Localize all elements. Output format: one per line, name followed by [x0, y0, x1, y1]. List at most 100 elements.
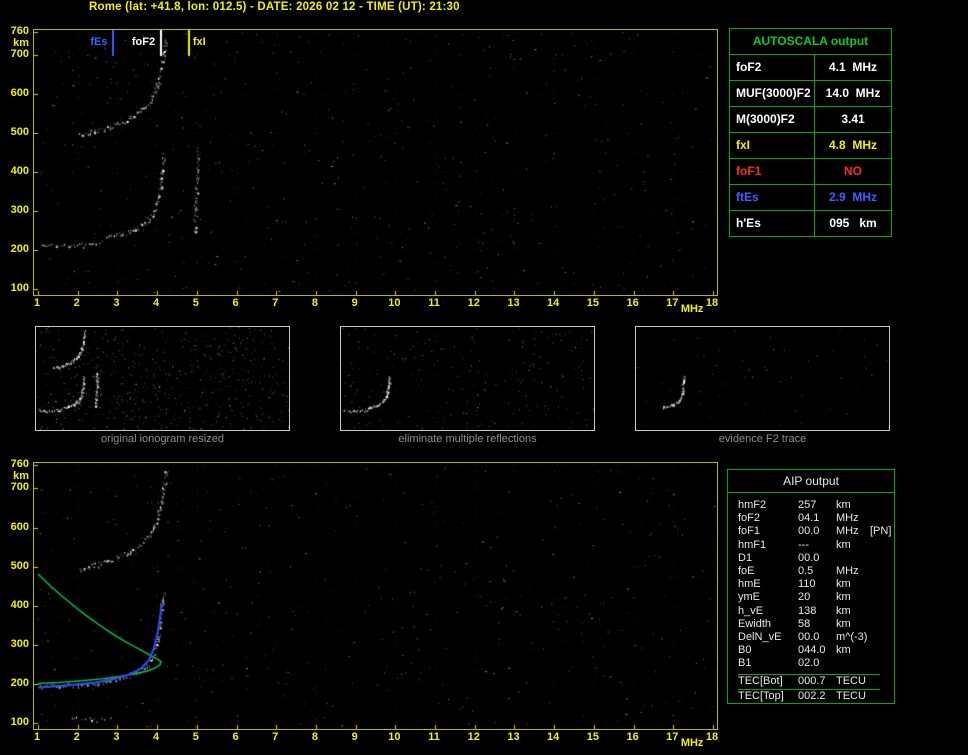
x-tick-label: 14	[547, 731, 560, 743]
aip-row-DelN_vE: DelN_vE 00.0 m^(-3)	[738, 631, 894, 644]
thumbnail-canvas-reflections	[341, 327, 594, 430]
aip-param-unit	[836, 657, 870, 670]
aip-param-unit: MHz	[836, 525, 859, 538]
aip-param-label: hmF2	[738, 499, 767, 511]
aip-param-label: foF2	[738, 512, 761, 525]
x-tick-label: 13	[507, 297, 520, 309]
x-tick-label: 5	[192, 297, 199, 309]
aip-param-label: DelN_vE	[738, 630, 782, 643]
aip-row-TEC[Bot]: TEC[Bot] 000.7 TECU	[738, 674, 880, 689]
thumbnail-caption-f2: evidence F2 trace	[718, 433, 807, 445]
aip-param-unit	[836, 552, 870, 565]
aip-row-hmE: hmE 110 km	[738, 578, 894, 591]
thumbnail-caption-reflections: eliminate multiple reflections	[398, 433, 537, 445]
aip-param-note	[870, 578, 894, 591]
autoscala-table-body: foF2 4.1 MHz MUF(3000)F2 14.0 MHz M(3000)F2 3…	[730, 54, 891, 236]
x-tick-label: 4	[153, 731, 160, 743]
x-tick-label: 5	[192, 731, 199, 743]
aip-param-note	[870, 644, 894, 657]
aip-param-label: TEC[Bot]	[738, 675, 783, 688]
aip-param-note	[870, 690, 880, 703]
aip-row-B1: B1 02.0	[738, 657, 894, 670]
y-tick-label: 400	[10, 165, 29, 178]
aip-param-value: 00.0	[798, 551, 820, 564]
y-tick-label: 760	[10, 25, 29, 37]
x-tick-label: 9	[351, 731, 358, 743]
y-tick-label: 300	[10, 637, 29, 650]
autoscala-row-fxI: fxI 4.8 MHz	[730, 132, 891, 158]
page-title: Rome (lat: +41.8, lon: 012.5) - DATE: 20…	[89, 1, 460, 13]
aip-param-note	[870, 618, 894, 631]
thumbnail-evidence-f2	[635, 326, 890, 431]
aip-row-hmF2: hmF2 257 km	[738, 499, 894, 512]
aip-param-unit: TECU	[836, 675, 866, 688]
thumbnail-canvas-f2	[636, 327, 889, 430]
aip-param-label: h_vE	[738, 604, 764, 617]
aip-param-label: hmF1	[738, 538, 767, 551]
autoscala-app-screen: Rome (lat: +41.8, lon: 012.5) - DATE: 20…	[0, 0, 968, 755]
autoscala-row-foF1: foF1 NO	[730, 158, 891, 184]
aip-row-Ewidth: Ewidth 58 km	[738, 618, 894, 631]
autoscala-param-label: h'Es	[736, 216, 761, 230]
aip-param-unit: km	[836, 617, 851, 630]
x-tick-label: 2	[73, 731, 80, 743]
autoscala-param-value: NO	[814, 159, 891, 184]
x-tick-label: 6	[232, 297, 239, 309]
aip-param-label: B0	[738, 644, 752, 657]
aip-param-value: 138	[798, 604, 817, 617]
aip-table-body: hmF2 257 km foF2 04.1 MHz foF1 00.0 MHz [PN] hmF1 -…	[728, 493, 894, 703]
autoscala-param-value: 14.0 MHz	[814, 81, 891, 106]
thumbnail-eliminate-reflections	[340, 326, 595, 431]
autoscala-param-value: 2.9 MHz	[814, 185, 891, 210]
aip-param-value: 110	[798, 578, 816, 591]
foF2-marker-label: foF2	[131, 36, 156, 48]
x-tick-label: 15	[586, 297, 599, 309]
ionogram-autoscala-canvas	[34, 30, 717, 295]
autoscala-param-value: 4.8 MHz	[814, 133, 891, 158]
aip-param-unit: km	[836, 538, 851, 551]
x-tick-label: 12	[467, 297, 480, 309]
aip-table-header: AIP output	[728, 470, 894, 493]
aip-param-note	[870, 657, 894, 670]
x-tick-label: 3	[113, 731, 120, 743]
aip-param-unit: MHz	[836, 512, 859, 525]
aip-param-value: 002.2	[798, 690, 826, 703]
fEs-marker-label: fEs	[90, 36, 108, 48]
aip-output-table: AIP output hmF2 257 km foF2 04.1 MHz foF1 00.0 M…	[727, 469, 895, 704]
x-tick-label: 12	[467, 731, 480, 743]
aip-row-foE: foE 0.5 MHz	[738, 565, 894, 578]
aip-param-unit: km	[836, 499, 851, 511]
x-axis-unit-label: MHz	[680, 303, 704, 315]
aip-row-TEC[Top]: TEC[Top] 002.2 TECU	[738, 689, 880, 703]
aip-param-value: 00.0	[798, 630, 820, 643]
aip-param-value: 04.1	[798, 512, 820, 525]
aip-param-unit: MHz	[836, 564, 859, 577]
y-tick-label: 300	[10, 204, 29, 217]
x-tick-label: 10	[388, 297, 401, 309]
x-tick-label: 16	[626, 731, 639, 743]
y-tick-label: 200	[10, 243, 29, 256]
ionogram-plot-autoscala	[33, 29, 718, 296]
autoscala-param-label: MUF(3000)F2	[736, 86, 811, 100]
x-tick-label: 11	[428, 731, 440, 743]
autoscala-param-value: 4.1 MHz	[814, 55, 891, 80]
y-axis-unit-label: km	[13, 37, 29, 49]
aip-param-label: TEC[Top]	[738, 690, 784, 703]
aip-param-label: Ewidth	[738, 617, 772, 630]
x-tick-label: 6	[232, 731, 239, 743]
x-tick-label: 3	[113, 297, 120, 309]
aip-param-value: 58	[798, 617, 811, 630]
y-tick-label: 600	[10, 87, 29, 100]
aip-param-unit: km	[836, 644, 851, 657]
aip-param-label: hmE	[738, 578, 761, 591]
aip-param-label: B1	[738, 657, 752, 670]
aip-param-note	[870, 605, 894, 618]
y-tick-label: 100	[10, 716, 29, 728]
aip-param-value: 044.0	[798, 644, 826, 657]
aip-param-value: 0.5	[798, 564, 814, 577]
y-tick-label: 760	[10, 458, 29, 470]
aip-param-label: ymE	[738, 591, 760, 604]
aip-param-value: 257	[798, 499, 817, 511]
y-tick-label: 100	[10, 282, 29, 294]
aip-param-note	[870, 565, 894, 578]
